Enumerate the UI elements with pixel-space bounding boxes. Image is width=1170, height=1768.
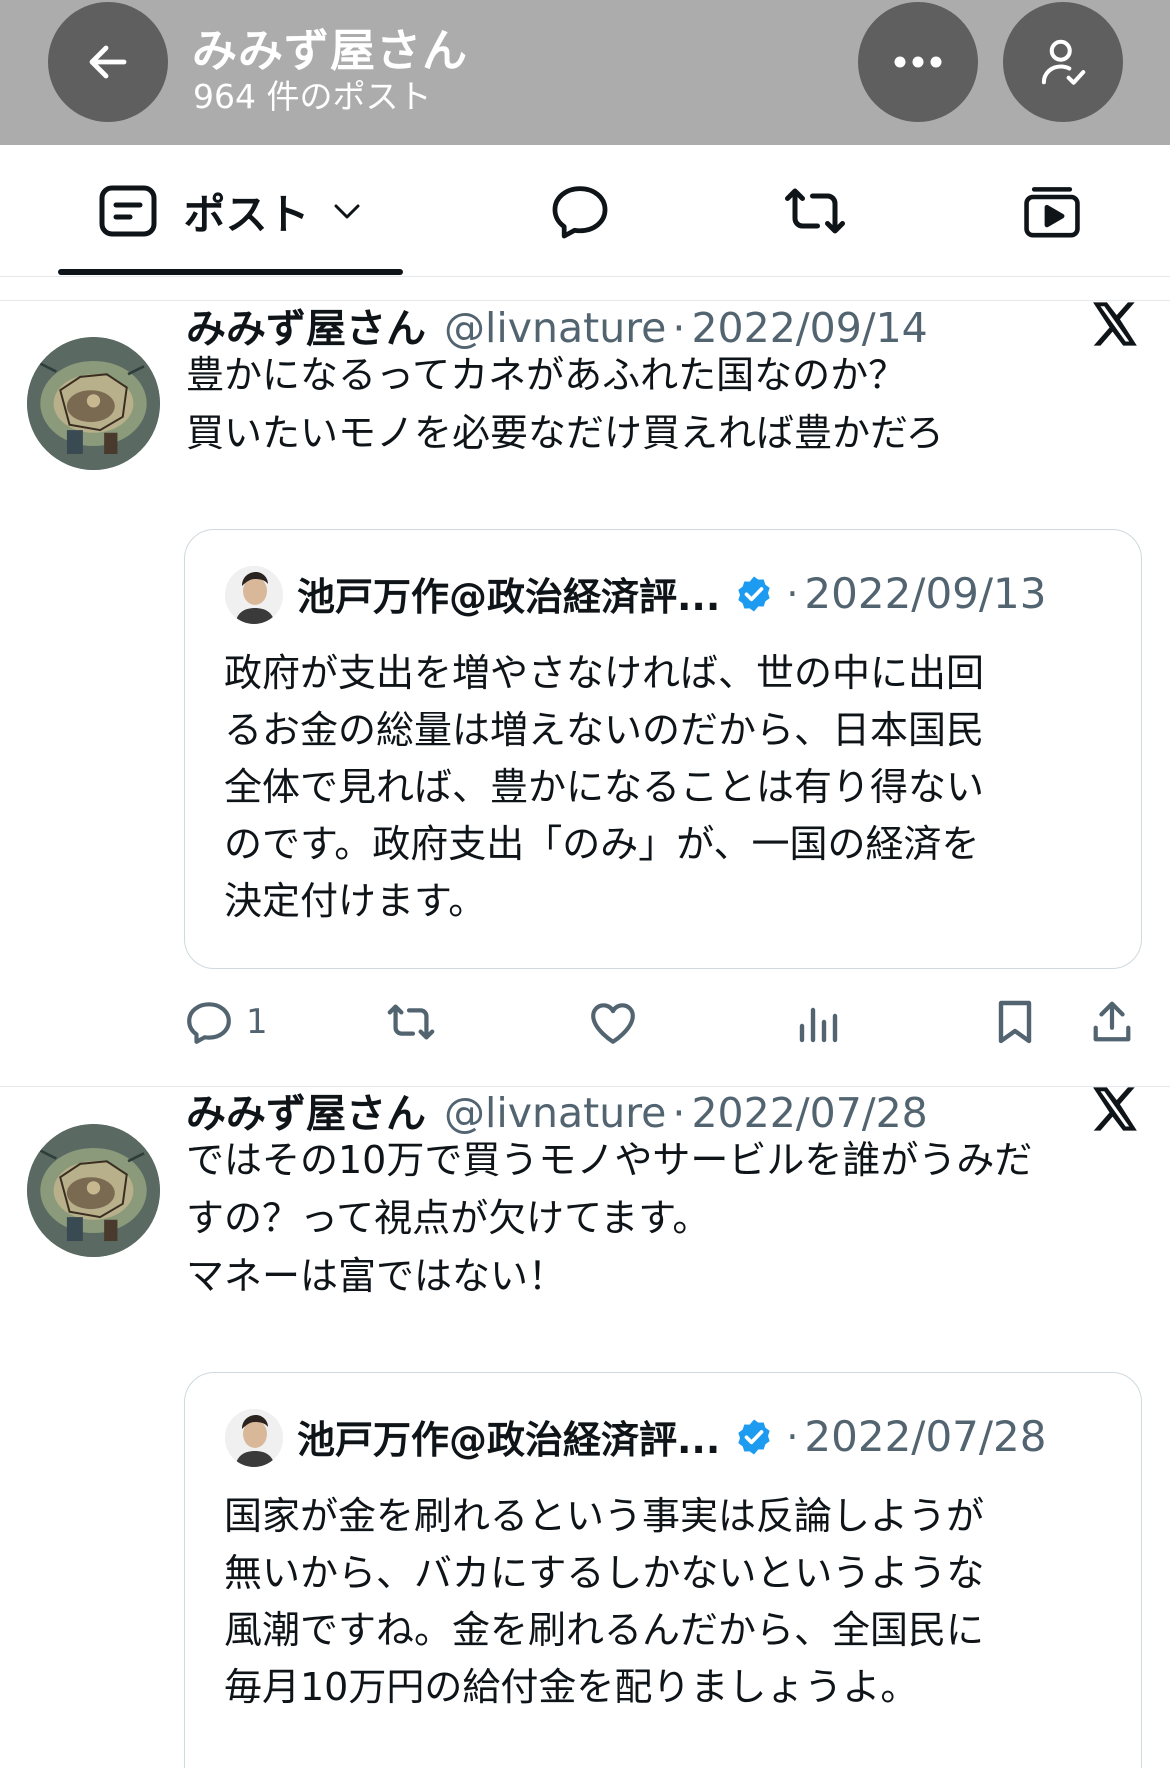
quoted-text-line: 風潮ですね。金を刷れるんだから、全国民に: [224, 1608, 985, 1652]
quoted-post-date: 2022/07/28: [804, 1412, 1047, 1461]
quoted-text-line: 政府が支出を増やさなければ、世の中に出回: [224, 651, 985, 695]
profile-tabs: ポスト: [0, 145, 1170, 277]
share-button[interactable]: [1090, 992, 1134, 1052]
quoted-text-line: 無いから、バカにするしかないというような: [224, 1551, 985, 1595]
quoted-author-avatar: [225, 566, 283, 624]
x-logo-icon: [1093, 1087, 1137, 1131]
quoted-post-text: 国家が金を刷れるという事実は反論しようが 無いから、バカにするしかないというよう…: [224, 1488, 1104, 1716]
quoted-text-line: 国家が金を刷れるという事実は反論しようが: [224, 1494, 985, 1538]
author-handle[interactable]: @livnature: [444, 1089, 666, 1137]
x-logo-icon: [1093, 302, 1137, 346]
quoted-avatar-image: [225, 1409, 283, 1467]
quoted-text-line: 決定付けます。: [224, 879, 487, 923]
bookmark-button[interactable]: [994, 992, 1036, 1052]
quoted-author-name: 池戸万作@政治経済評...: [297, 575, 721, 619]
reply-count: 1: [246, 1002, 268, 1042]
more-horizontal-icon: [894, 56, 942, 68]
post-date[interactable]: 2022/09/14: [691, 304, 927, 352]
quoted-post-header: 池戸万作@政治経済評... · 2022/09/13: [297, 566, 1046, 621]
replies-icon: [552, 186, 608, 239]
repost-icon: [387, 1004, 435, 1040]
tab-posts-label: ポスト: [183, 189, 310, 239]
separator-dot: ·: [786, 1414, 799, 1459]
heart-icon: [591, 1003, 635, 1044]
quoted-author-avatar: [225, 1409, 283, 1467]
quoted-post-date: 2022/09/13: [804, 569, 1047, 618]
post-text-line: すの？って視点が欠けてます。: [186, 1196, 711, 1240]
quoted-post-header: 池戸万作@政治経済評... · 2022/07/28: [297, 1409, 1046, 1464]
tab-posts[interactable]: ポスト: [58, 145, 403, 277]
back-button[interactable]: [48, 2, 168, 122]
post[interactable]: みみず屋さん @livnature · 2022/09/14 豊かになるってカネ…: [0, 302, 1170, 1087]
post-text-line: ではその10万で買うモノやサービルを誰がうみだ: [186, 1138, 1033, 1182]
like-button[interactable]: [588, 992, 638, 1052]
separator-dot: ·: [672, 1089, 686, 1137]
more-button[interactable]: [858, 2, 978, 122]
avatar-image: [27, 337, 160, 470]
quoted-post[interactable]: 池戸万作@政治経済評... · 2022/09/13 政府が支出を増やさなければ…: [184, 529, 1142, 969]
post-actions: 1: [184, 992, 1144, 1052]
post-text-line: 買いたいモノを必要なだけ買えれば豊かだろ: [186, 411, 944, 455]
reply-button[interactable]: 1: [184, 992, 268, 1052]
quoted-avatar-image: [225, 566, 283, 624]
tab-replies[interactable]: [520, 145, 640, 277]
quoted-text-line: 毎月10万円の給付金を配りましょうよ。: [224, 1665, 919, 1709]
post-date[interactable]: 2022/07/28: [691, 1089, 927, 1137]
quoted-post[interactable]: 池戸万作@政治経済評... · 2022/07/28 国家が金を刷れるという事実…: [184, 1372, 1142, 1768]
views-button[interactable]: [796, 992, 840, 1052]
user-check-icon: [1041, 39, 1086, 85]
views-chart-icon: [799, 1007, 838, 1043]
post-text: 豊かになるってカネがあふれた国なのか？ 買いたいモノを必要なだけ買えれば豊かだろ: [186, 346, 1126, 462]
posts-filter-icon: [99, 185, 157, 237]
separator-dot: ·: [786, 571, 799, 616]
quoted-text-line: のです。政府支出「のみ」が、一国の経済を: [224, 822, 980, 866]
verified-badge-icon: [738, 576, 770, 611]
share-icon: [1093, 1001, 1131, 1042]
post[interactable]: みみず屋さん @livnature · 2022/07/28 ではその10万で買…: [0, 1087, 1170, 1768]
verified-badge-icon: [738, 1419, 770, 1454]
reply-icon: [187, 1002, 231, 1044]
post-count: 964 件のポスト: [193, 77, 432, 116]
post-text-line: マネーは富ではない！: [186, 1254, 567, 1298]
repost-icon: [785, 188, 845, 234]
post-text: ではその10万で買うモノやサービルを誰がうみだ すの？って視点が欠けてます。 マ…: [186, 1131, 1126, 1305]
chevron-down-icon: [334, 204, 359, 219]
quoted-author-name: 池戸万作@政治経済評...: [297, 1418, 721, 1462]
video-icon: [1024, 187, 1080, 238]
post-text-line: 豊かになるってカネがあふれた国なのか？: [186, 353, 907, 397]
profile-header: みみず屋さん 964 件のポスト: [0, 0, 1170, 145]
tab-media[interactable]: [992, 145, 1112, 277]
separator-dot: ·: [672, 304, 686, 352]
avatar-image: [27, 1124, 160, 1257]
author-avatar[interactable]: [27, 1124, 160, 1257]
quoted-text-line: るお金の総量は増えないのだから、日本国民: [224, 708, 985, 752]
tab-reposts[interactable]: [755, 145, 875, 277]
active-tab-indicator: [58, 269, 403, 275]
following-button[interactable]: [1003, 2, 1123, 122]
repost-button[interactable]: [384, 992, 438, 1052]
quoted-post-text: 政府が支出を増やさなければ、世の中に出回 るお金の総量は増えないのだから、日本国…: [224, 645, 1104, 930]
arrow-left-icon: [89, 45, 127, 79]
quoted-text-line: 全体で見れば、豊かになることは有り得ない: [224, 765, 985, 809]
author-avatar[interactable]: [27, 337, 160, 470]
author-handle[interactable]: @livnature: [444, 304, 666, 352]
bookmark-icon: [998, 1000, 1032, 1044]
